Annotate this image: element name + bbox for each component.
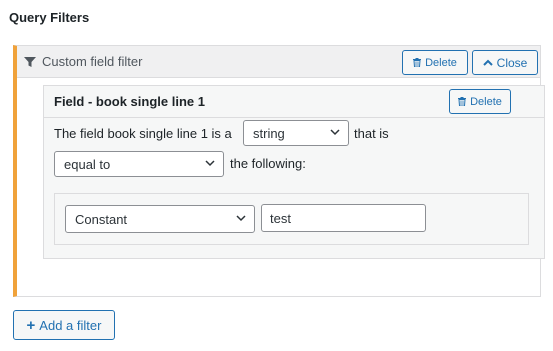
value-input[interactable]: test: [261, 204, 426, 232]
filter-title: Custom field filter: [42, 54, 143, 69]
delete-filter-label: Delete: [425, 56, 457, 69]
field-type-select[interactable]: string: [243, 120, 349, 146]
delete-field-button[interactable]: Delete: [449, 89, 511, 114]
chevron-up-icon: [482, 59, 493, 66]
section-title: Query Filters: [9, 10, 90, 25]
field-title: Field - book single line 1: [54, 94, 205, 109]
comparison-select[interactable]: equal to: [54, 151, 224, 177]
filter-header[interactable]: Custom field filter Delete Close: [17, 46, 540, 78]
sentence-middle: that is: [354, 126, 389, 141]
delete-filter-button[interactable]: Delete: [402, 50, 468, 75]
close-filter-label: Close: [496, 55, 528, 70]
comparison-value: equal to: [64, 156, 111, 172]
add-filter-label: Add a filter: [39, 317, 102, 333]
funnel-icon: [24, 57, 36, 67]
chevron-down-icon: [236, 215, 246, 222]
chevron-down-icon: [330, 129, 340, 136]
custom-field-filter-panel: Custom field filter Delete Close Field -…: [13, 45, 545, 297]
value-row: Constant test: [54, 193, 529, 245]
sentence-suffix: the following:: [230, 156, 306, 171]
value-input-text: test: [270, 210, 291, 226]
add-filter-button[interactable]: + Add a filter: [13, 310, 115, 340]
delete-field-label: Delete: [470, 95, 502, 108]
plus-icon: +: [26, 316, 36, 334]
sentence-prefix: The field book single line 1 is a: [54, 126, 232, 141]
close-filter-button[interactable]: Close: [472, 50, 538, 75]
chevron-down-icon: [205, 160, 215, 167]
field-type-value: string: [253, 125, 285, 141]
value-type-value: Constant: [75, 211, 128, 227]
value-type-select[interactable]: Constant: [65, 205, 255, 233]
trash-icon: [458, 97, 467, 106]
trash-icon: [413, 58, 422, 67]
